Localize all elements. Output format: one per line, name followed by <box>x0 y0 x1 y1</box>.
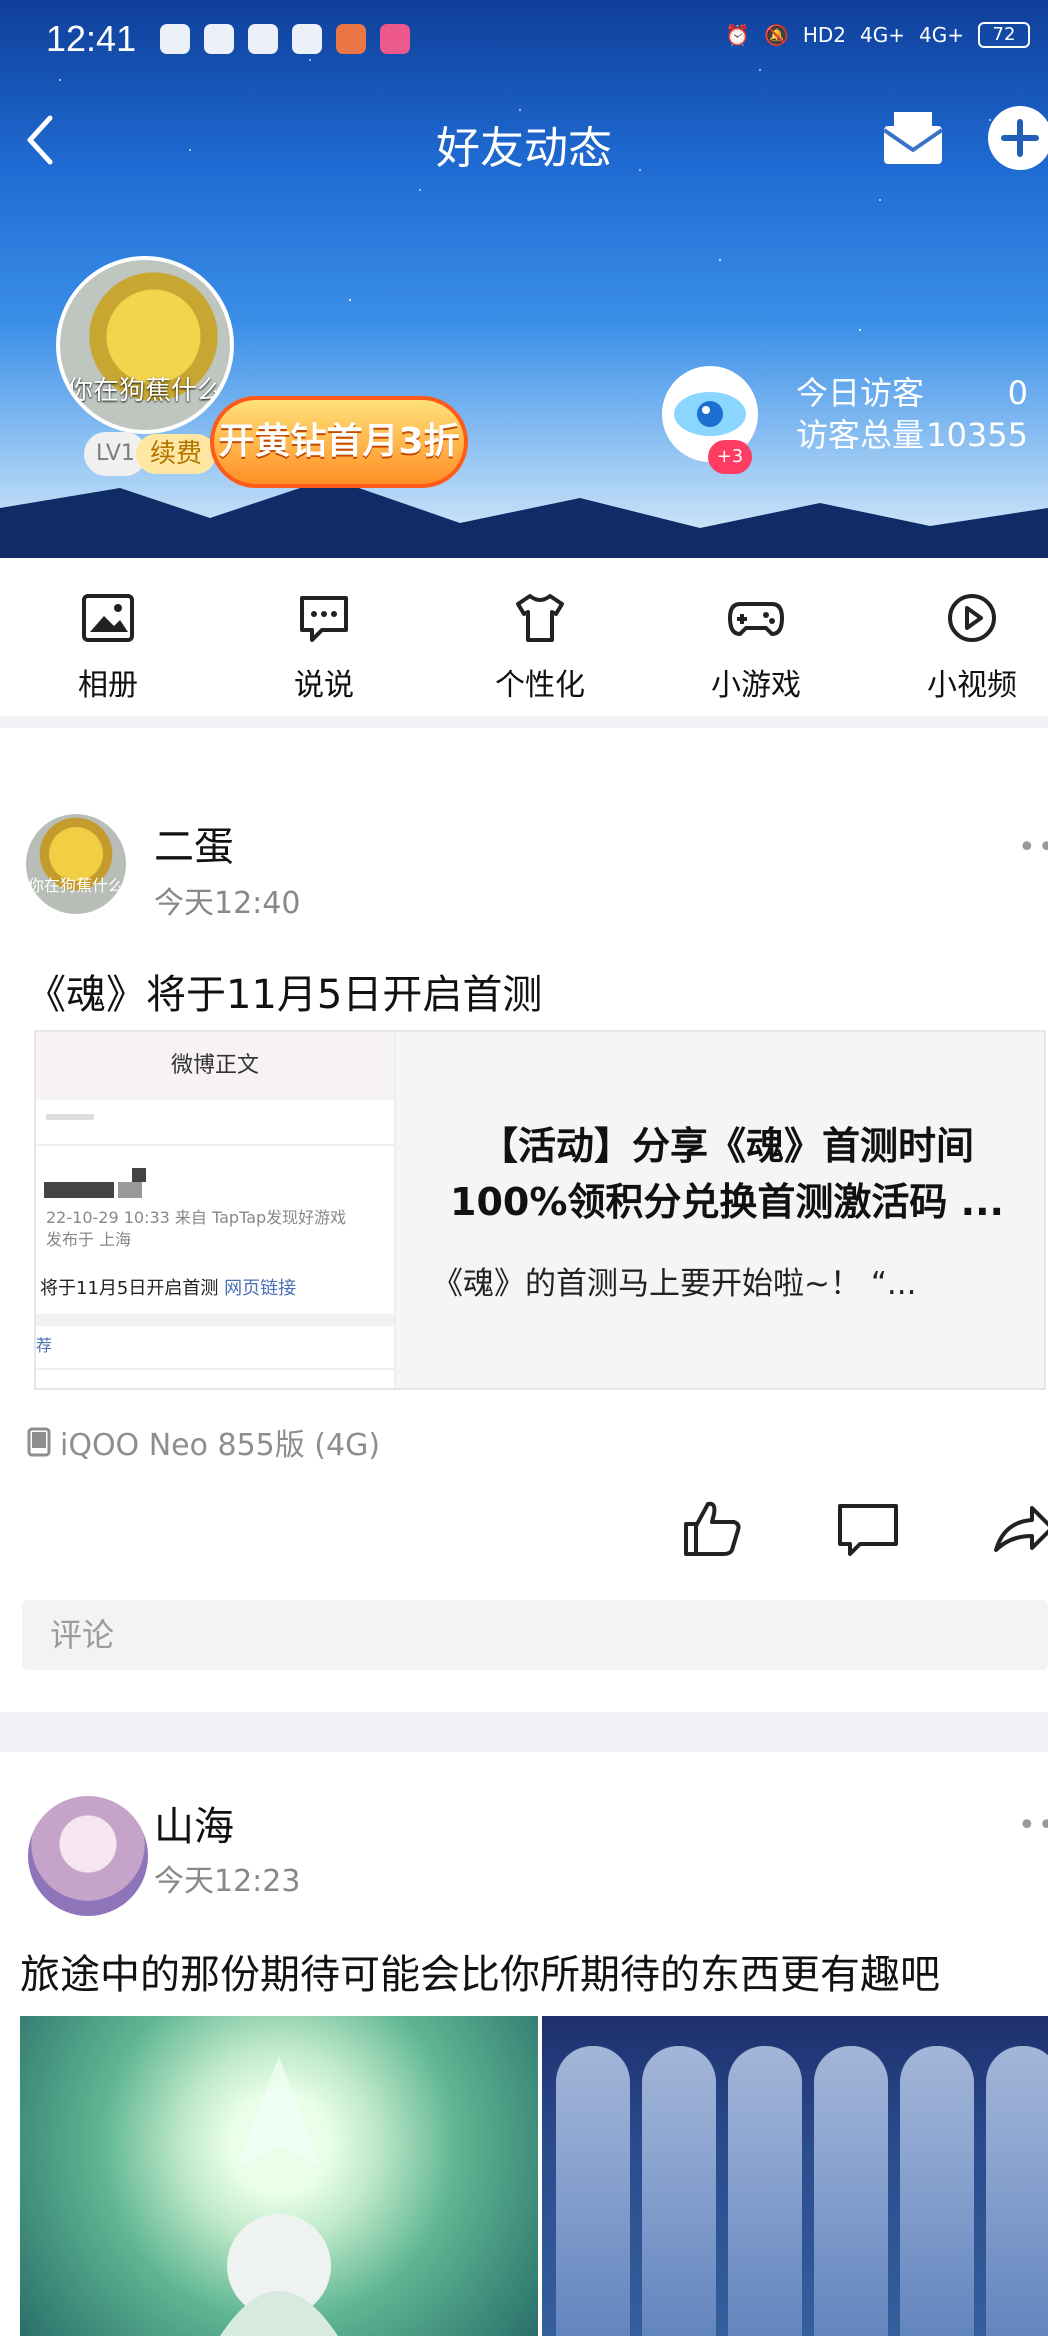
profile-header: 12:41 ⏰ 🔕 HD2 4G+ 4G+ 72 好友动态 你在狗蕉什么 LV1… <box>0 0 1048 558</box>
signal-icon: 4G+ <box>860 23 906 47</box>
page: 12:41 ⏰ 🔕 HD2 4G+ 4G+ 72 好友动态 你在狗蕉什么 LV1… <box>0 0 1048 2336</box>
tab-personalize[interactable]: 个性化 <box>480 580 600 703</box>
weapon-card <box>814 2046 888 2336</box>
comment-icon[interactable] <box>836 1498 900 1558</box>
signal-icon: 4G+ <box>919 23 964 47</box>
add-icon[interactable] <box>988 106 1048 170</box>
gamepad-icon <box>728 602 784 636</box>
post-author[interactable]: 山海 <box>154 1794 234 1852</box>
post-text: 旅途中的那份期待可能会比你所期待的东西更有趣吧 <box>20 1952 940 1998</box>
thumb-recommend: 荐 <box>36 1336 53 1355</box>
renew-button[interactable]: 续费 <box>136 434 217 474</box>
card-title-line1: 【活动】分享《魂》首测时间 <box>479 1124 974 1168</box>
thumb-location: 发布于 上海 <box>46 1230 132 1249</box>
share-icon[interactable] <box>992 1498 1048 1558</box>
redacted-block <box>46 1114 94 1120</box>
tab-label: 说说 <box>294 668 354 703</box>
more-options-icon[interactable]: •• <box>1018 1808 1048 1843</box>
app-notification-icon <box>160 24 190 54</box>
tab-short-video[interactable]: 小视频 <box>912 580 1032 703</box>
network-hd-icon: HD2 <box>802 23 847 47</box>
shared-link-card[interactable]: 微博正文 22-10-29 10:33 来自 TapTap发现好游戏 发布于 上… <box>34 1030 1046 1390</box>
link-thumbnail: 微博正文 22-10-29 10:33 来自 TapTap发现好游戏 发布于 上… <box>36 1032 396 1388</box>
phone-icon <box>27 1427 51 1457</box>
redacted-block <box>118 1182 142 1198</box>
status-bar: 12:41 ⏰ 🔕 HD2 4G+ 4G+ 72 <box>0 14 1048 64</box>
device-name: iQOO Neo 855版 (4G) <box>60 1428 381 1463</box>
post-text: 《魂》将于11月5日开启首测 <box>26 972 543 1018</box>
total-visitors-label: 访客总量 <box>796 416 925 454</box>
tab-label: 相册 <box>78 668 138 703</box>
total-visitors-value: 10355 <box>926 416 1028 454</box>
chat-icon <box>300 596 348 642</box>
avatar-caption: 你在狗蕉什么 <box>27 876 124 895</box>
post-image[interactable] <box>542 2016 1048 2336</box>
status-right: ⏰ 🔕 HD2 4G+ 4G+ 72 <box>725 22 1030 48</box>
weapon-card <box>986 2046 1048 2336</box>
app-notification-icon <box>336 24 366 54</box>
card-title-line2: 100%领积分兑换首测激活码 ... <box>450 1180 1004 1224</box>
play-icon <box>948 594 996 642</box>
photo-album-icon <box>82 594 134 642</box>
comment-input[interactable]: 评论 <box>22 1600 1048 1670</box>
post-avatar[interactable]: 你在狗蕉什么 <box>26 814 126 914</box>
tab-label: 小游戏 <box>711 668 801 703</box>
redacted-block <box>132 1168 146 1182</box>
divider <box>0 716 1048 728</box>
divider <box>0 1712 1048 1752</box>
mute-icon: 🔕 <box>763 23 789 47</box>
tab-album[interactable]: 相册 <box>48 580 168 703</box>
today-visitors-value: 0 <box>1007 374 1028 412</box>
app-notification-icon <box>380 24 410 54</box>
tab-label: 个性化 <box>495 668 585 703</box>
card-description: 《魂》的首测马上要开始啦~！ “... <box>432 1266 917 1302</box>
like-icon[interactable] <box>680 1498 744 1558</box>
tab-minigame[interactable]: 小游戏 <box>696 580 816 703</box>
more-options-icon[interactable]: •• <box>1018 830 1048 865</box>
thumb-link: 网页链接 <box>224 1278 297 1299</box>
device-info: iQOO Neo 855版 (4G) <box>26 1420 380 1464</box>
mailbox-icon[interactable] <box>880 108 946 168</box>
character-illustration <box>220 2056 338 2336</box>
thumb-meta: 22-10-29 10:33 来自 TapTap发现好游戏 <box>46 1208 347 1227</box>
tab-label: 小视频 <box>927 668 1017 703</box>
tshirt-icon <box>516 594 564 642</box>
status-time: 12:41 <box>46 18 137 59</box>
post-author[interactable]: 二蛋 <box>154 814 234 872</box>
weapon-card <box>642 2046 716 2336</box>
post-avatar[interactable] <box>28 1796 148 1916</box>
today-visitors-label: 今日访客 <box>796 374 925 412</box>
battery-icon: 72 <box>978 22 1030 48</box>
visitor-badge: +3 <box>708 440 752 474</box>
mail-notification-icon <box>204 24 234 54</box>
tab-shuoshuo[interactable]: 说说 <box>264 580 384 703</box>
app-notification-icon <box>292 24 322 54</box>
message-notification-icon <box>248 24 278 54</box>
avatar-caption: 你在狗蕉什么 <box>66 376 223 406</box>
thumb-text: 将于11月5日开启首测 <box>40 1278 219 1299</box>
visitor-stats[interactable]: 今日访客 0 访客总量 10355 <box>796 372 1028 456</box>
post-image[interactable] <box>20 2016 538 2336</box>
alarm-icon: ⏰ <box>725 23 750 47</box>
weapon-card <box>556 2046 630 2336</box>
weapon-card <box>728 2046 802 2336</box>
weapon-card <box>900 2046 974 2336</box>
thumb-header: 微博正文 <box>36 1032 394 1100</box>
feature-tabbar: 相册 说说 个性化 小游戏 小视频 <box>0 558 1048 1154</box>
notification-icons <box>160 24 410 54</box>
profile-avatar[interactable]: 你在狗蕉什么 <box>56 256 234 434</box>
post-time: 今天12:23 <box>154 1864 301 1899</box>
card-title: 【活动】分享《魂》首测时间 100%领积分兑换首测激活码 ... <box>422 1118 1032 1230</box>
post-time: 今天12:40 <box>154 886 301 921</box>
vip-promo-button[interactable]: 开黄钻首月3折 <box>210 396 468 488</box>
redacted-block <box>44 1182 114 1198</box>
